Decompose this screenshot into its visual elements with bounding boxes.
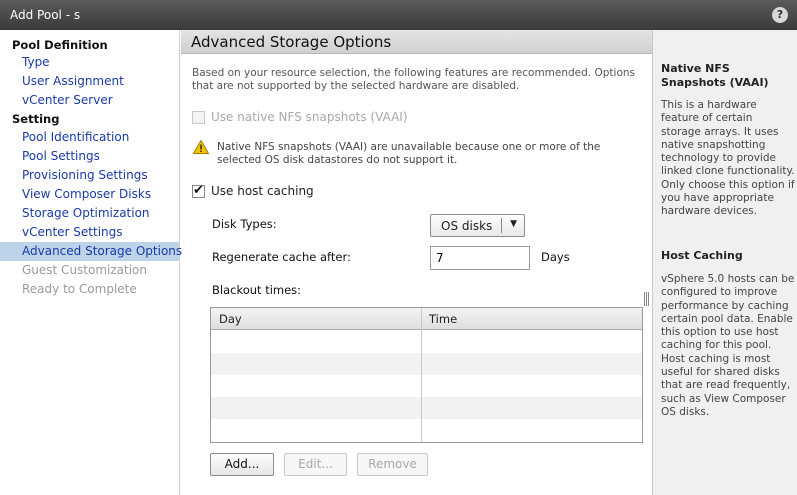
help-title-host-caching: Host Caching bbox=[661, 249, 743, 262]
table-row bbox=[211, 419, 642, 441]
disk-types-label: Disk Types: bbox=[212, 217, 277, 231]
sidebar-item-guest-customization: Guest Customization bbox=[22, 263, 148, 277]
help-icon[interactable]: ? bbox=[772, 7, 788, 23]
host-caching-label[interactable]: Use host caching bbox=[211, 184, 314, 198]
vaai-warning-text: Native NFS snapshots (VAAI) are unavaila… bbox=[217, 141, 601, 166]
page-title: Advanced Storage Options bbox=[181, 30, 652, 54]
sidebar-item-pool-settings[interactable]: Pool Settings bbox=[0, 147, 179, 166]
days-unit-label: Days bbox=[541, 250, 570, 264]
blackout-times-label: Blackout times: bbox=[212, 283, 302, 297]
edit-button: Edit... bbox=[284, 453, 347, 476]
sidebar-heading-pool-definition: Pool Definition bbox=[12, 38, 108, 52]
host-caching-checkbox[interactable] bbox=[192, 183, 205, 198]
table-header: Day Time bbox=[211, 308, 642, 330]
sidebar-item-provisioning-settings[interactable]: Provisioning Settings bbox=[0, 166, 179, 185]
sidebar-item-ready-to-complete: Ready to Complete bbox=[22, 282, 137, 296]
help-body-vaai: This is a hardware feature of certain st… bbox=[661, 99, 795, 218]
chevron-down-icon: ▼ bbox=[510, 219, 517, 229]
remove-button: Remove bbox=[357, 453, 428, 476]
main-panel: Advanced Storage Options Based on your r… bbox=[181, 30, 652, 495]
sidebar-item-view-composer-disks[interactable]: View Composer Disks bbox=[0, 185, 179, 204]
dropdown-separator bbox=[501, 218, 502, 233]
regenerate-cache-label: Regenerate cache after: bbox=[212, 250, 351, 264]
table-row bbox=[211, 353, 642, 375]
wizard-sidebar: Pool Definition Type User Assignment vCe… bbox=[0, 30, 182, 495]
warning-icon bbox=[193, 140, 209, 154]
add-button[interactable]: Add... bbox=[210, 453, 274, 476]
resize-grip-icon[interactable] bbox=[644, 292, 650, 306]
sidebar-item-advanced-storage-options[interactable]: Advanced Storage Options bbox=[0, 242, 182, 261]
sidebar-item-type[interactable]: Type bbox=[0, 53, 179, 72]
window-titlebar: Add Pool - s ? bbox=[0, 0, 797, 30]
column-divider bbox=[421, 308, 422, 442]
blackout-times-table: Day Time bbox=[210, 307, 643, 443]
sidebar-item-vcenter-settings[interactable]: vCenter Settings bbox=[0, 223, 179, 242]
nfs-snapshots-checkbox bbox=[192, 111, 205, 124]
nfs-snapshots-label: Use native NFS snapshots (VAAI) bbox=[211, 110, 408, 124]
table-row bbox=[211, 397, 642, 419]
help-body-host-caching: vSphere 5.0 hosts can be configured to i… bbox=[661, 273, 795, 418]
help-title-vaai: Native NFS Snapshots (VAAI) bbox=[661, 62, 769, 89]
sidebar-heading-setting: Setting bbox=[12, 112, 60, 126]
sidebar-item-vcenter-server[interactable]: vCenter Server bbox=[0, 91, 179, 110]
table-row bbox=[211, 331, 642, 353]
disk-types-value: OS disks bbox=[441, 219, 493, 233]
intro-text: Based on your resource selection, the fo… bbox=[192, 67, 635, 92]
sidebar-item-storage-optimization[interactable]: Storage Optimization bbox=[0, 204, 179, 223]
sidebar-item-user-assignment[interactable]: User Assignment bbox=[0, 72, 179, 91]
regenerate-cache-input[interactable] bbox=[430, 246, 530, 270]
help-panel: Native NFS Snapshots (VAAI) This is a ha… bbox=[652, 30, 797, 495]
window-title: Add Pool - s bbox=[10, 8, 81, 22]
sidebar-item-pool-identification[interactable]: Pool Identification bbox=[0, 128, 179, 147]
column-header-time[interactable]: Time bbox=[429, 312, 457, 326]
column-header-day[interactable]: Day bbox=[219, 312, 242, 326]
table-row bbox=[211, 375, 642, 397]
disk-types-dropdown[interactable]: OS disks ▼ bbox=[430, 214, 525, 237]
